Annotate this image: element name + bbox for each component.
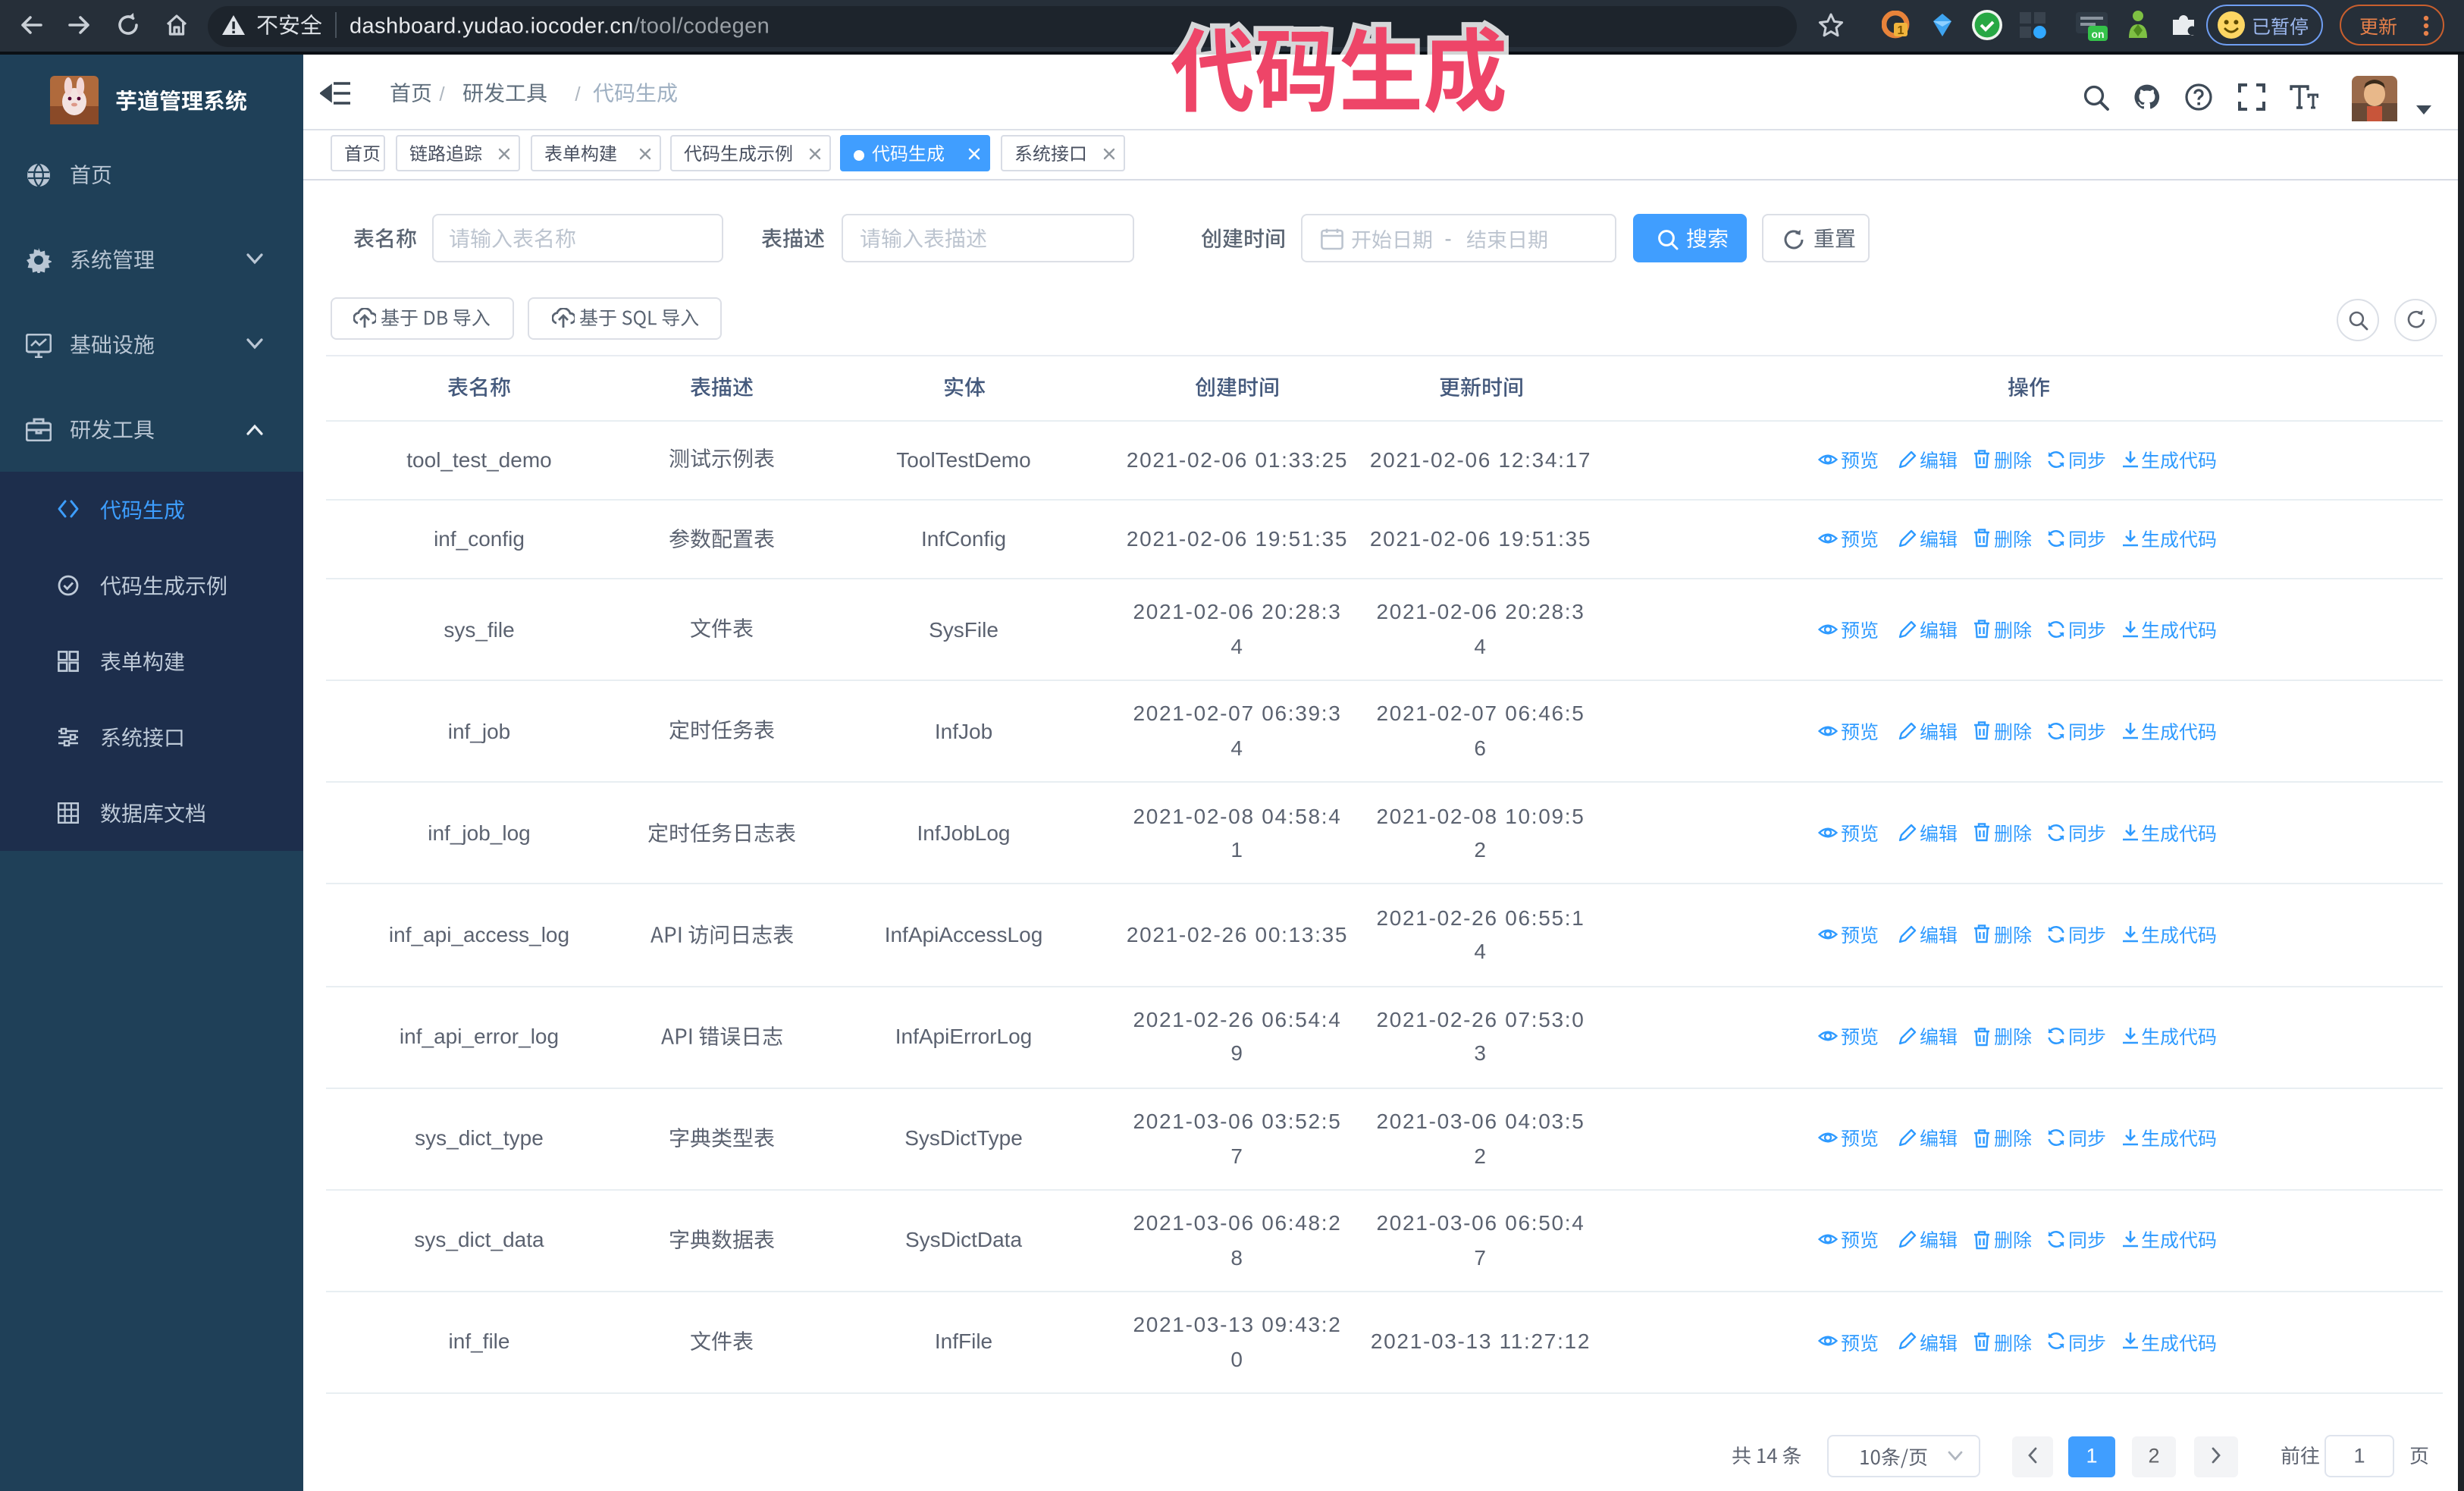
svg-text:on: on [2091, 28, 2104, 40]
svg-text:1: 1 [1898, 24, 1904, 37]
